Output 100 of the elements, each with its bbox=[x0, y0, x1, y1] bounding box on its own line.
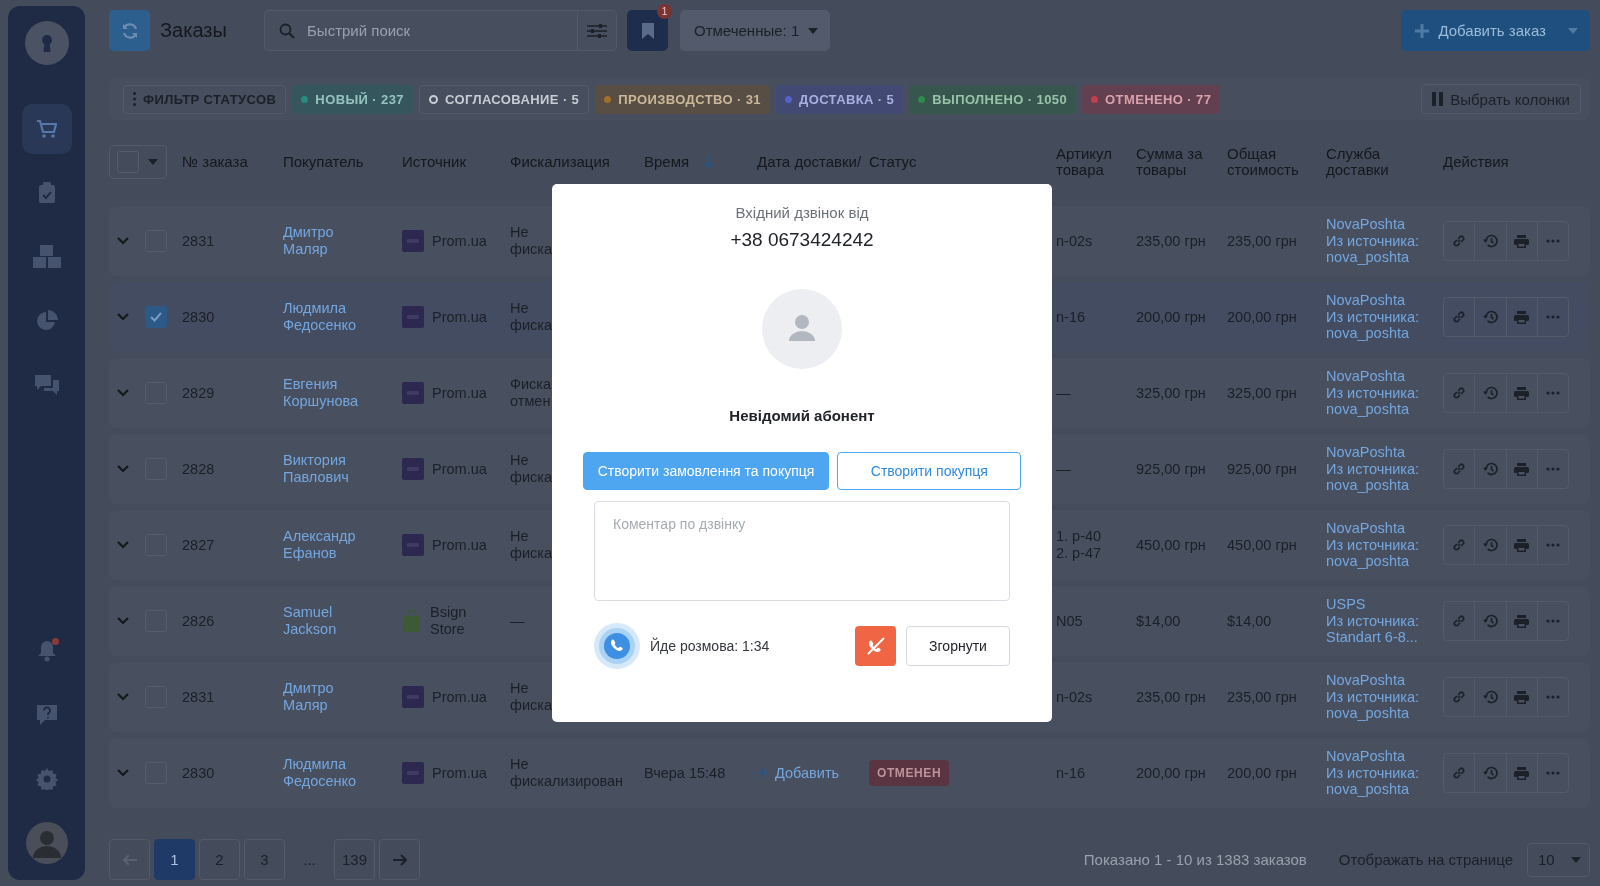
buyer-link[interactable]: Александр Ефанов bbox=[283, 528, 356, 562]
history-icon bbox=[1482, 234, 1498, 248]
plus-icon bbox=[1415, 23, 1430, 38]
nav-item[interactable] bbox=[21, 104, 72, 154]
clipboard-icon bbox=[37, 182, 56, 204]
order-number: 2826 bbox=[182, 612, 216, 630]
call-caption: Вхідний дзвінок від bbox=[735, 204, 869, 221]
buyer-link[interactable]: Samuel Jackson bbox=[283, 604, 337, 638]
status-chip[interactable]: НОВЫЙ · 237 bbox=[292, 84, 413, 114]
column-header: Сумма за товары bbox=[1136, 145, 1204, 179]
next-page-button[interactable] bbox=[379, 839, 420, 880]
store-logo-icon bbox=[402, 458, 424, 480]
status-chip[interactable]: ДОСТАВКА · 5 bbox=[776, 84, 904, 114]
delivery-service-link[interactable]: USPS Из источника: Standart 6-8... bbox=[1326, 596, 1438, 646]
store-logo-icon bbox=[402, 230, 424, 252]
status-badge: ОТМЕНЕН bbox=[869, 760, 950, 786]
status-chip[interactable]: ПРОИЗВОДСТВО · 31 bbox=[595, 84, 770, 114]
status-chip[interactable]: ОТМЕНЕНО · 77 bbox=[1082, 84, 1221, 114]
order-number: 2830 bbox=[182, 308, 216, 326]
buyer-link[interactable]: Дмитро Маляр bbox=[283, 224, 334, 258]
add-options-button[interactable] bbox=[1556, 10, 1590, 51]
items-sum: 235,00 грн bbox=[1136, 688, 1207, 706]
column-header: Дата доставки/ bbox=[757, 153, 862, 171]
create-button[interactable]: Створити замовлення та покупця bbox=[582, 452, 830, 490]
add-delivery-date-link[interactable]: Добавить bbox=[757, 764, 869, 782]
expand-chevron-icon[interactable] bbox=[117, 313, 129, 321]
more-icon bbox=[1545, 315, 1560, 319]
history-icon bbox=[1482, 462, 1498, 476]
more-icon bbox=[1545, 619, 1560, 623]
add-order-button[interactable]: Добавить заказ bbox=[1401, 10, 1556, 51]
article-code: n-16 bbox=[1056, 308, 1087, 326]
order-number: 2831 bbox=[182, 688, 216, 706]
collapse-button[interactable]: Згорнути bbox=[906, 626, 1010, 666]
buyer-link[interactable]: Людмила Федосенко bbox=[283, 756, 357, 790]
buyer-link[interactable]: Дмитро Маляр bbox=[283, 680, 334, 714]
checkbox[interactable] bbox=[145, 306, 167, 328]
buyer-link[interactable]: Евгения Коршунова bbox=[283, 376, 359, 410]
create-button[interactable]: Створити покупця bbox=[837, 452, 1022, 490]
filter-settings-button[interactable] bbox=[577, 10, 617, 51]
caller-phone: +38 0673424242 bbox=[730, 229, 874, 251]
link-icon bbox=[1452, 386, 1467, 400]
buyer-link[interactable]: Виктория Павлович bbox=[283, 452, 349, 486]
sort-arrow-icon[interactable] bbox=[703, 155, 714, 169]
more-icon bbox=[1545, 771, 1560, 775]
total-cost: 235,00 грн bbox=[1227, 688, 1298, 706]
fiscal-status: Не фиска bbox=[510, 528, 552, 562]
expand-chevron-icon[interactable] bbox=[117, 541, 129, 549]
delivery-service-link[interactable]: NovaPoshta Из источника: nova_poshta bbox=[1326, 444, 1438, 494]
delivery-service-link[interactable]: NovaPoshta Из источника: nova_poshta bbox=[1326, 216, 1438, 266]
keyhole-logo-icon bbox=[24, 21, 69, 65]
delivery-service-link[interactable]: NovaPoshta Из источника: nova_poshta bbox=[1326, 748, 1438, 798]
expand-chevron-icon[interactable] bbox=[117, 769, 129, 777]
column-header: Покупатель bbox=[283, 153, 364, 171]
help-icon bbox=[35, 704, 58, 726]
history-icon bbox=[1482, 538, 1498, 552]
check-icon bbox=[150, 312, 162, 322]
refresh-icon bbox=[120, 21, 139, 40]
delivery-service-link[interactable]: NovaPoshta Из источника: nova_poshta bbox=[1326, 292, 1438, 342]
expand-chevron-icon[interactable] bbox=[117, 465, 129, 473]
status-chip-label: ВЫПОЛНЕНО · 1050 bbox=[932, 91, 1068, 107]
expand-chevron-icon[interactable] bbox=[117, 693, 129, 701]
column-header: № заказа bbox=[182, 153, 248, 171]
search-input[interactable]: Быстрий поиск bbox=[305, 21, 549, 40]
marked-dropdown[interactable]: Отмеченные: 1 bbox=[680, 10, 830, 51]
link-icon bbox=[1452, 538, 1467, 552]
caret-icon bbox=[1568, 27, 1578, 34]
refresh-button[interactable] bbox=[109, 10, 150, 51]
printer-icon bbox=[1514, 538, 1530, 552]
settings-icon bbox=[35, 768, 58, 790]
delivery-service-link[interactable]: NovaPoshta Из источника: nova_poshta bbox=[1326, 368, 1438, 418]
status-chip[interactable]: ВЫПОЛНЕНО · 1050 bbox=[909, 84, 1077, 114]
source-name: Prom.ua bbox=[432, 308, 487, 326]
total-cost: 200,00 грн bbox=[1227, 308, 1298, 326]
buyer-link[interactable]: Людмила Федосенко bbox=[283, 300, 357, 334]
column-header: Общая стоимость bbox=[1227, 145, 1300, 179]
status-chip-label: СОГЛАСОВАНИЕ · 5 bbox=[444, 91, 580, 107]
bell-icon bbox=[36, 640, 57, 662]
more-icon bbox=[1545, 695, 1560, 699]
printer-icon bbox=[1514, 766, 1530, 780]
status-chip[interactable]: СОГЛАСОВАНИЕ · 5 bbox=[418, 84, 590, 114]
store-logo-icon bbox=[402, 534, 424, 556]
expand-chevron-icon[interactable] bbox=[117, 617, 129, 625]
order-number: 2827 bbox=[182, 536, 216, 554]
page-button[interactable]: 1 bbox=[154, 839, 195, 880]
expand-chevron-icon[interactable] bbox=[117, 237, 129, 245]
hang-up-button[interactable] bbox=[855, 626, 896, 666]
call-status: Йде розмова: 1:34 bbox=[650, 638, 770, 654]
delivery-service-link[interactable]: NovaPoshta Из источника: nova_poshta bbox=[1326, 520, 1438, 570]
source-name: Prom.ua bbox=[432, 688, 487, 706]
select-all-control[interactable] bbox=[109, 145, 167, 179]
status-chip-label: НОВЫЙ · 237 bbox=[315, 91, 404, 107]
history-icon bbox=[1482, 766, 1498, 780]
store-logo-icon bbox=[402, 762, 424, 784]
delivery-service-link[interactable]: NovaPoshta Из источника: nova_poshta bbox=[1326, 672, 1438, 722]
expand-chevron-icon[interactable] bbox=[117, 389, 129, 397]
search-field[interactable]: Быстрий поиск bbox=[264, 10, 577, 51]
fiscal-status: Не фиска bbox=[510, 452, 552, 486]
items-sum: 235,00 грн bbox=[1136, 232, 1207, 250]
items-sum: 200,00 грн bbox=[1136, 764, 1207, 782]
comment-field[interactable]: Коментар по дзвінку bbox=[594, 501, 1010, 601]
